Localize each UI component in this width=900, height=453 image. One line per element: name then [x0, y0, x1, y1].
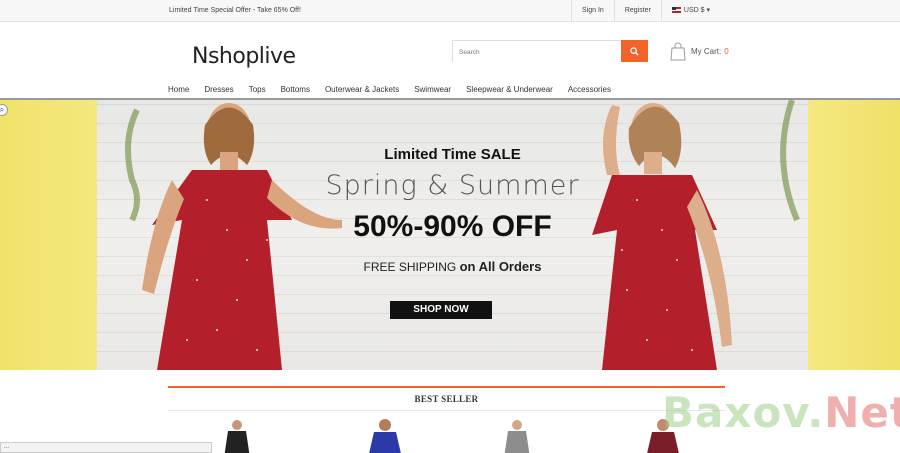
shop-now-button[interactable]: SHOP NOW	[390, 301, 492, 319]
banner-headline: Limited Time SALE	[384, 146, 521, 163]
caret-down-icon: ▾	[706, 7, 710, 14]
watermark: Baxov.Net	[662, 388, 900, 437]
watermark-part2: Net	[824, 388, 900, 437]
special-offer-text: Limited Time Special Offer - Take 65% Of…	[169, 7, 301, 14]
banner-season: Spring & Summer	[325, 170, 580, 201]
best-seller-divider	[168, 386, 725, 388]
hero-banner-area: ⌕ Limited Time SALE Spring & Summer 50%-…	[0, 100, 900, 370]
register-link[interactable]: Register	[613, 0, 661, 22]
nav-item-accessories[interactable]: Accessories	[568, 85, 611, 94]
cart-count: 0	[724, 47, 729, 56]
account-links: Sign In Register USD $ ▾	[571, 0, 720, 22]
nav-item-outerwear[interactable]: Outerwear & Jackets	[325, 85, 399, 94]
currency-selector[interactable]: USD $ ▾	[660, 0, 720, 22]
nav-item-home[interactable]: Home	[168, 85, 189, 94]
banner-discount: 50%-90% OFF	[353, 210, 552, 243]
main-nav: Home Dresses Tops Bottoms Outerwear & Ja…	[0, 82, 900, 100]
product-image-3[interactable]	[500, 418, 534, 453]
search-box	[452, 40, 648, 63]
banner-side-left: ⌕	[0, 100, 97, 370]
search-icon	[630, 46, 639, 56]
currency-label: USD $	[683, 7, 705, 14]
nav-item-swimwear[interactable]: Swimwear	[414, 85, 451, 94]
shipping-text-b: on All Orders	[459, 259, 542, 274]
nav-item-dresses[interactable]: Dresses	[204, 85, 233, 94]
nav-item-bottoms[interactable]: Bottoms	[281, 85, 310, 94]
banner-shipping: FREE SHIPPING on All Orders	[97, 259, 808, 274]
search-button[interactable]	[621, 40, 648, 62]
top-bar: Limited Time Special Offer - Take 65% Of…	[0, 0, 900, 22]
us-flag-icon	[671, 7, 681, 14]
hero-banner[interactable]: Limited Time SALE Spring & Summer 50%-90…	[97, 100, 808, 370]
nav-item-tops[interactable]: Tops	[249, 85, 266, 94]
site-header: Nshoplive My Cart: 0	[0, 22, 900, 82]
banner-side-right	[808, 100, 900, 370]
sign-in-link[interactable]: Sign In	[571, 0, 614, 22]
nav-item-sleepwear[interactable]: Sleepwear & Underwear	[466, 85, 553, 94]
zoom-icon[interactable]: ⌕	[0, 104, 8, 116]
cart-link[interactable]: My Cart: 0	[670, 42, 729, 61]
browser-status-bar: ...	[0, 442, 212, 453]
best-seller-title: BEST SELLER	[414, 394, 479, 404]
shopping-bag-icon	[670, 42, 686, 61]
best-seller-rule	[168, 410, 725, 411]
product-image-1[interactable]	[220, 418, 254, 453]
watermark-part1: Baxov.	[662, 388, 825, 437]
site-logo[interactable]: Nshoplive	[192, 44, 296, 69]
shipping-text-a: FREE SHIPPING	[363, 260, 457, 274]
search-input[interactable]	[453, 42, 621, 63]
product-image-2[interactable]	[365, 418, 405, 453]
cart-label: My Cart:	[691, 47, 722, 56]
